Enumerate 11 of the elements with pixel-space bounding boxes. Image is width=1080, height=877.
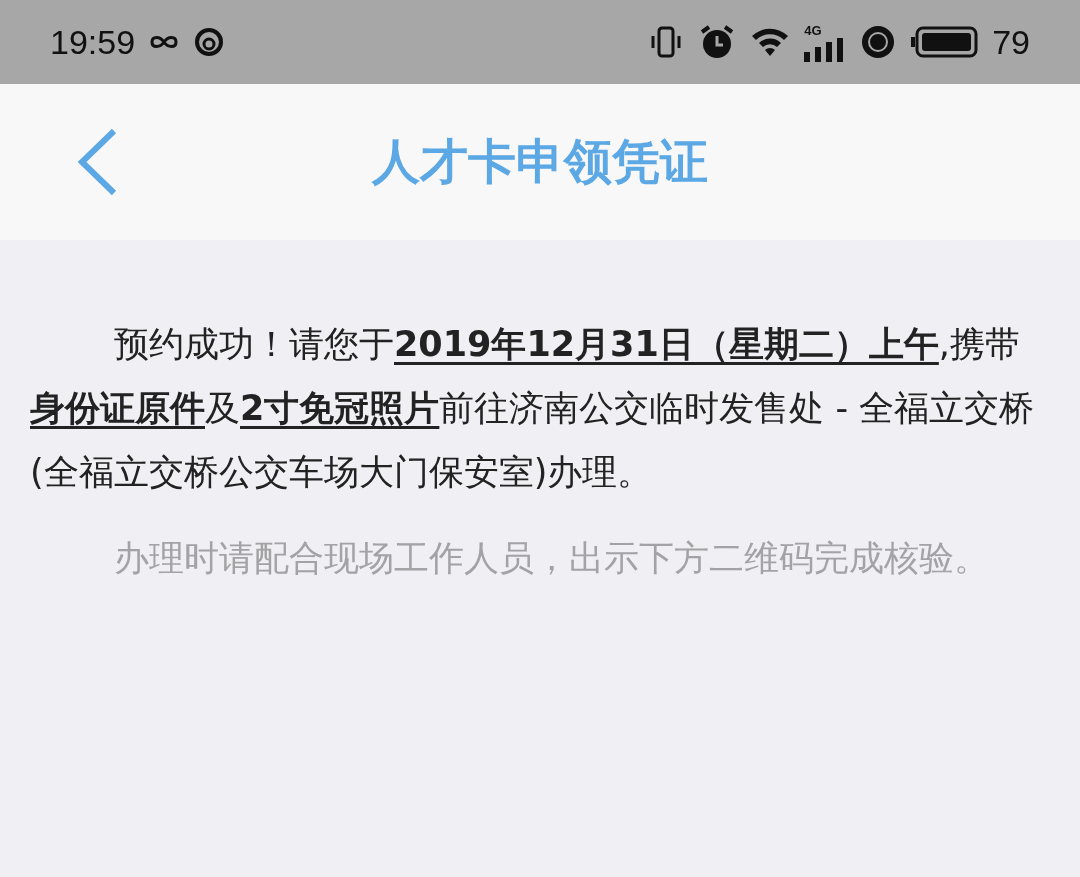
hd-call-icon (860, 24, 897, 60)
battery-icon (910, 26, 979, 58)
appointment-paragraph: 预约成功！请您于2019年12月31日（星期二）上午,携带身份证原件及2寸免冠照片前往济南公交临时发售处 - 全福立交桥(全福立交桥公交车场大门保安室)办理。 (30, 323, 1036, 494)
hint-paragraph: 办理时请配合现场工作人员，出示下方二维码完成核验。 (113, 537, 990, 580)
app-icon (193, 26, 226, 58)
page-title: 人才卡申领凭证 (372, 133, 708, 189)
wifi-icon (750, 26, 791, 58)
infinity-icon (149, 34, 180, 50)
battery-percentage: 79 (992, 22, 1030, 62)
status-time: 19:59 (50, 22, 136, 62)
network-type: 4G (804, 22, 822, 38)
